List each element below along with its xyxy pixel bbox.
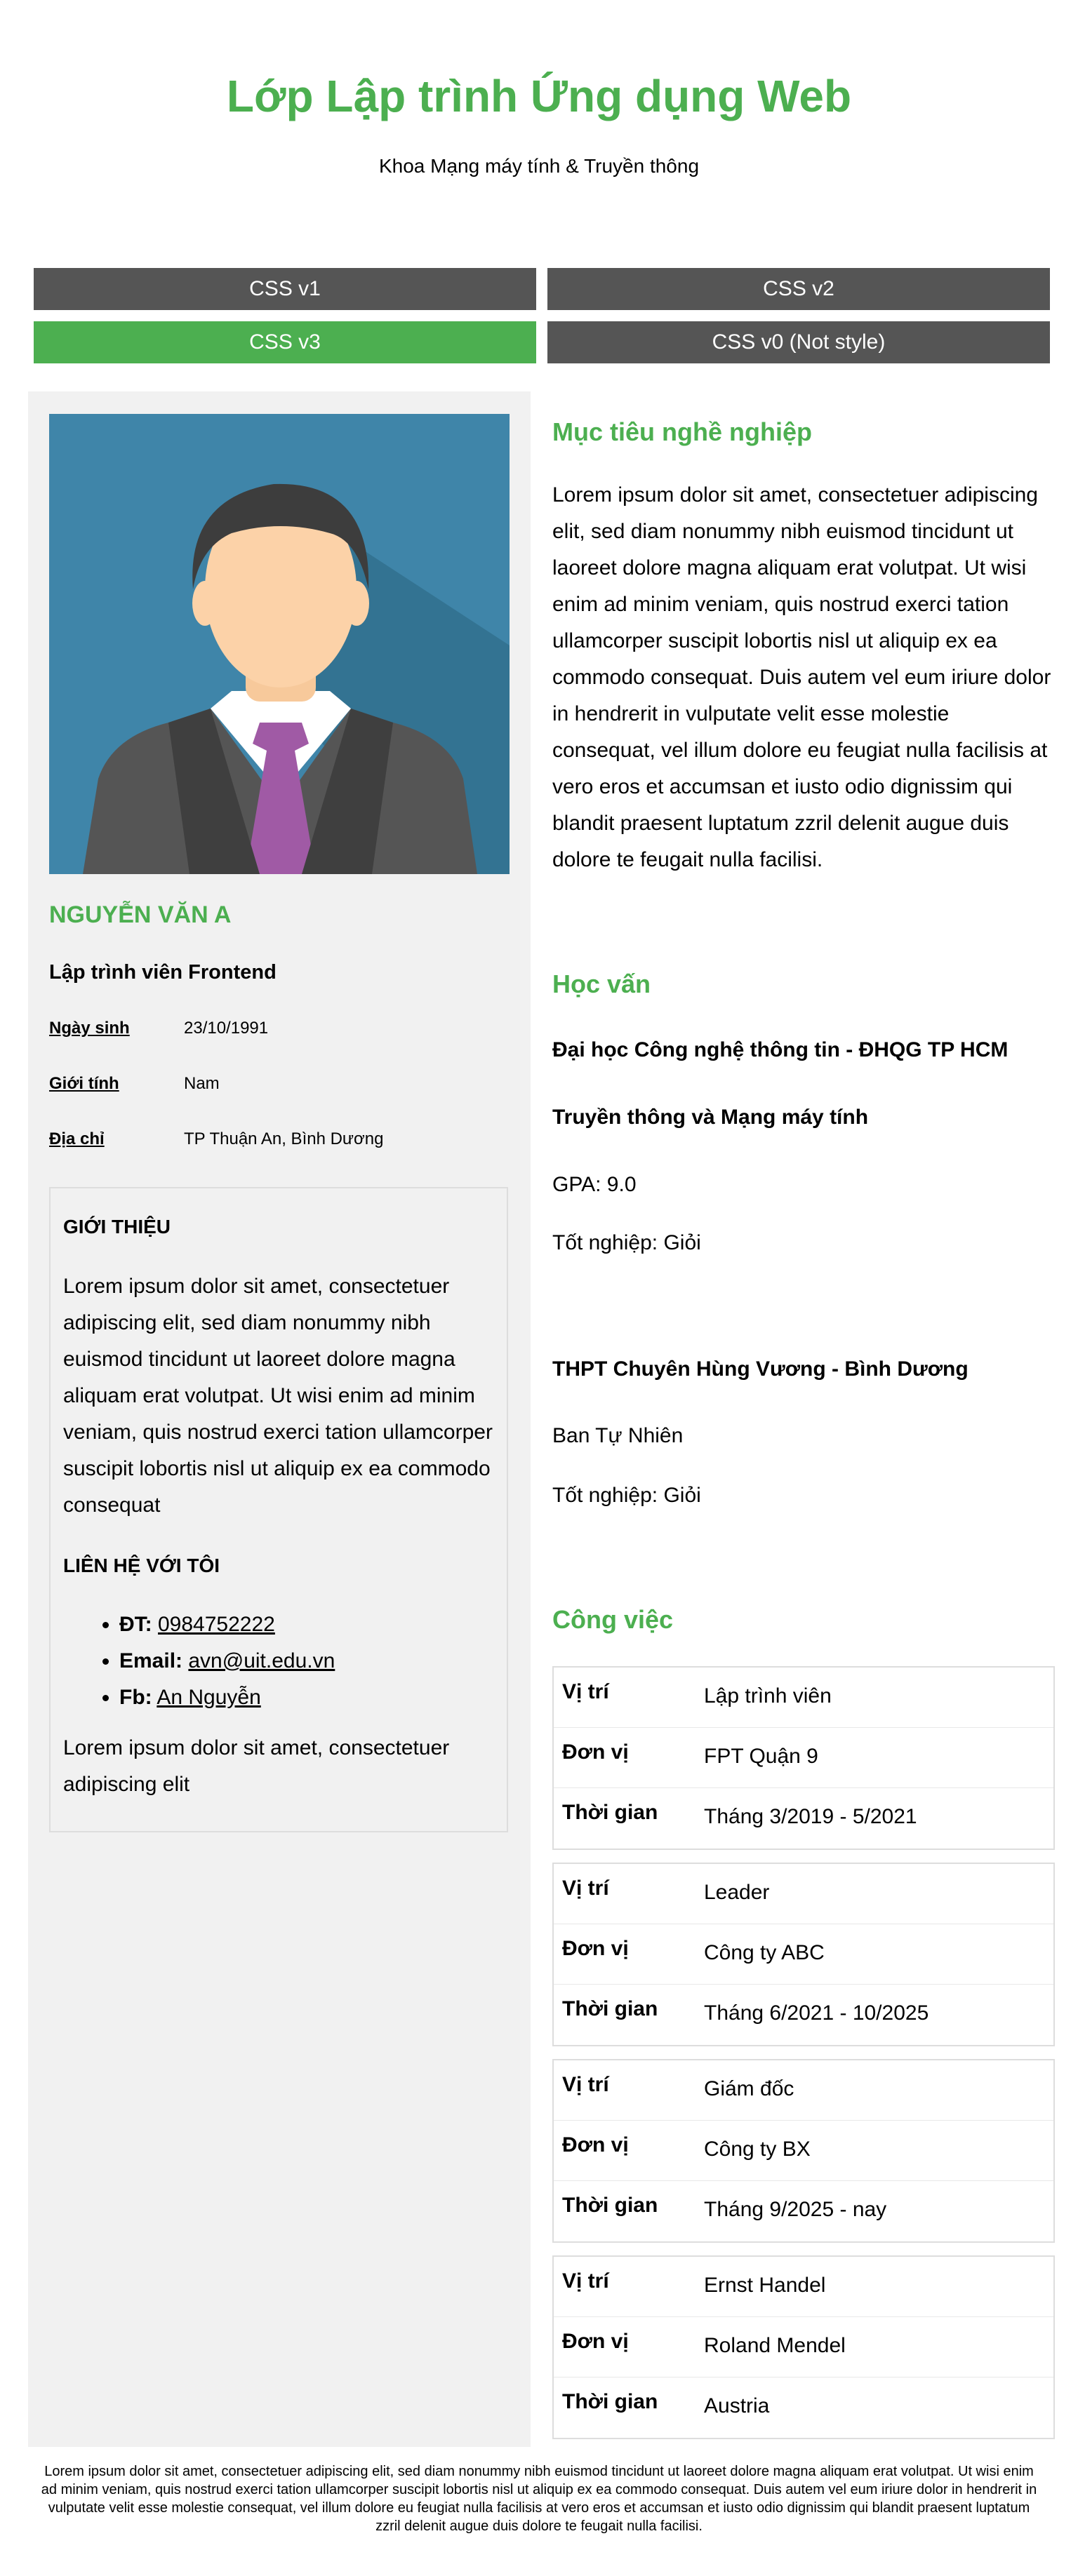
career-title: Mục tiêu nghề nghiệp [552,417,812,446]
contact-item-email: Email: avn@uit.edu.vn [119,1643,335,1679]
job-key-time: Thời gian [562,1997,658,2020]
job-key-position: Vị trí [562,1680,609,1703]
education-major: Truyền thông và Mạng máy tính [552,1106,869,1129]
footer-text: Lorem ipsum dolor sit amet, consectetuer… [41,2464,1037,2534]
job-key-unit: Đơn vị [562,2330,629,2353]
table-row: Đơn vị FPT Quận 9 [554,1728,1053,1788]
avatar-image [49,414,510,874]
job-unit: Công ty ABC [704,1941,825,1964]
nav-button-css-v0[interactable]: CSS v0 (Not style) [547,321,1050,363]
job-table: Vị trí Leader Đơn vị Công ty ABC Thời gian… [552,1863,1055,2046]
contact-label-phone: ĐT: [119,1613,152,1636]
job-time: Tháng 3/2019 - 5/2021 [704,1805,917,1828]
info-label-birthday: Ngày sinh [49,1019,130,1038]
job-key-unit: Đơn vị [562,2133,629,2156]
info-value-gender: Nam [184,1074,220,1093]
table-row: Đơn vị Công ty ABC [554,1924,1053,1985]
job-position: Lập trình viên [704,1684,832,1708]
intro-heading: GIỚI THIỆU [63,1216,171,1237]
contact-label-email: Email: [119,1649,183,1672]
table-row: Vị trí Leader [554,1864,1053,1924]
job-table: Vị trí Giám đốc Đơn vị Công ty BX Thời gia… [552,2059,1055,2243]
facebook-link[interactable]: An Nguyễn [157,1686,260,1709]
table-row: Vị trí Lập trình viên [554,1668,1053,1728]
table-row: Thời gian Tháng 9/2025 - nay [554,2181,1053,2241]
contact-item-phone: ĐT: 0984752222 [119,1606,335,1643]
job-key-position: Vị trí [562,2073,609,2096]
education-gpa: GPA: 9.0 [552,1173,637,1196]
job-key-position: Vị trí [562,1877,609,1900]
education-school: THPT Chuyên Hùng Vương - Bình Dương [552,1357,969,1381]
job-time: Tháng 6/2021 - 10/2025 [704,2001,929,2025]
education-uni-grad: Tốt nghiệp: Giỏi [552,1231,701,1254]
table-row: Đơn vị Roland Mendel [554,2317,1053,2377]
profile-name: NGUYỄN VĂN A [49,901,232,928]
job-key-unit: Đơn vị [562,1740,629,1764]
table-row: Thời gian Tháng 6/2021 - 10/2025 [554,1985,1053,2045]
contact-label-facebook: Fb: [119,1686,152,1709]
job-time: Tháng 9/2025 - nay [704,2198,887,2221]
job-position: Giám đốc [704,2077,794,2100]
nav-button-css-v2[interactable]: CSS v2 [547,268,1050,310]
profile-role: Lập trình viên Frontend [49,961,277,984]
job-unit: FPT Quận 9 [704,1745,818,1768]
info-label-gender: Giới tính [49,1074,119,1093]
career-text: Lorem ipsum dolor sit amet, consectetuer… [552,483,1051,871]
contact-heading: LIÊN HỆ VỚI TÔI [63,1555,220,1576]
contact-list: ĐT: 0984752222 Email: avn@uit.edu.vn Fb:… [119,1606,335,1716]
job-key-time: Thời gian [562,2390,658,2413]
info-label-address: Địa chỉ [49,1129,105,1148]
table-row: Vị trí Giám đốc [554,2060,1053,2121]
info-value-birthday: 23/10/1991 [184,1019,269,1038]
job-unit: Roland Mendel [704,2334,846,2357]
job-key-time: Thời gian [562,2194,658,2217]
education-university: Đại học Công nghệ thông tin - ĐHQG TP HC… [552,1038,1009,1061]
job-time: Austria [704,2394,770,2417]
job-position: Leader [704,1881,770,1904]
job-position: Ernst Handel [704,2274,826,2297]
job-key-position: Vị trí [562,2269,609,2293]
contact-item-facebook: Fb: An Nguyễn [119,1679,335,1716]
job-table: Vị trí Lập trình viên Đơn vị FPT Quận 9 Th… [552,1666,1055,1850]
contact-note: Lorem ipsum dolor sit amet, consectetuer… [63,1736,450,1796]
work-title: Công việc [552,1605,674,1634]
phone-link[interactable]: 0984752222 [158,1613,275,1636]
education-school-grad: Tốt nghiệp: Giỏi [552,1484,701,1507]
intro-text: Lorem ipsum dolor sit amet, consectetuer… [63,1275,493,1517]
job-unit: Công ty BX [704,2138,811,2161]
nav-button-css-v1[interactable]: CSS v1 [34,268,536,310]
table-row: Thời gian Austria [554,2377,1053,2438]
job-key-time: Thời gian [562,1801,658,1824]
table-row: Vị trí Ernst Handel [554,2257,1053,2317]
job-table: Vị trí Ernst Handel Đơn vị Roland Mendel T… [552,2255,1055,2439]
table-row: Thời gian Tháng 3/2019 - 5/2021 [554,1788,1053,1849]
table-row: Đơn vị Công ty BX [554,2121,1053,2181]
info-value-address: TP Thuận An, Bình Dương [184,1129,384,1148]
education-title: Học vấn [552,970,651,998]
job-key-unit: Đơn vị [562,1937,629,1960]
email-link[interactable]: avn@uit.edu.vn [188,1649,335,1672]
page-subtitle: Khoa Mạng máy tính & Truyền thông [378,155,700,177]
page-title: Lớp Lập trình Ứng dụng Web [226,71,852,121]
education-track: Ban Tự Nhiên [552,1424,684,1447]
nav-button-css-v3[interactable]: CSS v3 [34,321,536,363]
